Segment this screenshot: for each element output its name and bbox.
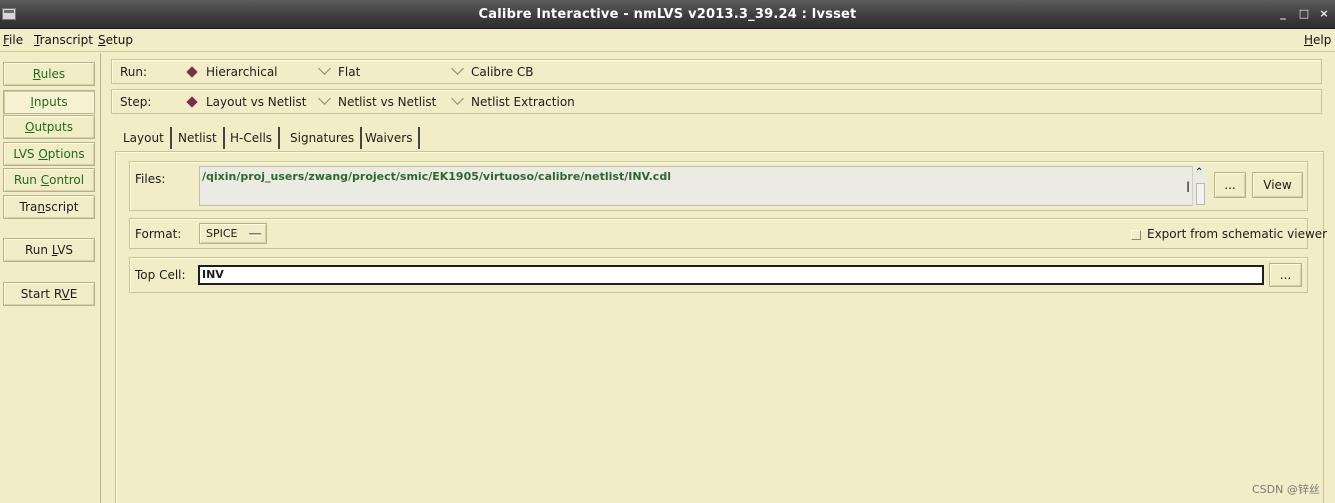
topcell-label: Top Cell: [135, 268, 186, 282]
watermark: CSDN @锌丝 [1252, 483, 1320, 496]
tab-signatures[interactable]: Signatures [284, 127, 363, 149]
radio-unselected-icon [451, 92, 464, 105]
dropdown-indicator-icon [249, 233, 261, 236]
format-select[interactable]: SPICE [199, 223, 267, 244]
run-lvs-button[interactable]: Run LVS [3, 238, 95, 262]
lvs-options-mnemonic: O [38, 147, 48, 161]
run-lvs-label-b: VS [57, 243, 74, 257]
run-control-label-a: Run [13, 173, 41, 187]
menu-bar: File Transcript Setup Help [0, 30, 1335, 52]
minimize-icon[interactable]: _ [1276, 7, 1290, 21]
files-scrollbar[interactable]: ⌃ [1192, 166, 1207, 206]
text-cursor-icon: I [1186, 180, 1191, 196]
topcell-input[interactable]: INV [198, 265, 1264, 285]
menu-setup[interactable]: Setup [98, 33, 133, 47]
menu-help[interactable]: Help [1304, 33, 1331, 47]
format-value: SPICE [206, 227, 238, 240]
menu-setup-label: etup [105, 33, 133, 47]
files-path: /qixin/proj_users/zwang/project/smic/EK1… [202, 170, 671, 183]
radio-unselected-icon [318, 92, 331, 105]
radio-hierarchical[interactable]: Hierarchical [186, 65, 278, 79]
radio-flat-label: Flat [338, 65, 361, 79]
menu-help-label: elp [1313, 33, 1332, 47]
title-bar: Calibre Interactive - nmLVS v2013.3_39.2… [0, 0, 1335, 29]
run-control-mnemonic: C [40, 173, 50, 187]
start-rve-label-b: E [69, 287, 78, 301]
export-label: Export from schematic viewer [1147, 227, 1328, 241]
menu-file-label: ile [9, 33, 24, 47]
lvs-options-label-a: LVS [13, 147, 39, 161]
menu-transcript-label: ranscript [39, 33, 93, 47]
sidebar-item-lvs-options[interactable]: LVS Options [3, 142, 95, 166]
outputs-label: utputs [34, 120, 73, 134]
close-icon[interactable]: × [1317, 7, 1331, 21]
radio-hierarchical-label: Hierarchical [206, 65, 278, 79]
radio-netlist-extraction[interactable]: Netlist Extraction [451, 92, 575, 109]
sidebar-item-transcript[interactable]: Transcript [3, 195, 95, 219]
run-lvs-label-a: Run [24, 243, 52, 257]
run-control-label-b: ontrol [49, 173, 85, 187]
start-rve-mnemonic: V [61, 287, 70, 301]
tab-netlist[interactable]: Netlist [172, 127, 225, 149]
files-label: Files: [135, 172, 166, 186]
radio-layout-vs-netlist[interactable]: Layout vs Netlist [186, 95, 307, 109]
scroll-up-icon[interactable]: ⌃ [1195, 167, 1203, 178]
step-label: Step: [120, 95, 152, 109]
radio-unselected-icon [451, 62, 464, 75]
rules-label: ules [40, 67, 66, 81]
sidebar-item-outputs[interactable]: Outputs [3, 115, 95, 139]
scrollbar-thumb[interactable] [1196, 183, 1205, 205]
sidebar-item-rules[interactable]: Rules [3, 62, 95, 86]
rules-mnemonic: R [32, 67, 41, 81]
radio-selected-icon [186, 66, 198, 78]
start-rve-label-a: Start R [20, 287, 62, 301]
files-browse-button[interactable]: ... [1214, 172, 1246, 198]
menu-setup-mnemonic: S [98, 33, 106, 47]
run-mode-row: Run: Hierarchical Flat Calibre CB [111, 59, 1322, 84]
window-title: Calibre Interactive - nmLVS v2013.3_39.2… [478, 7, 857, 22]
step-row: Step: Layout vs Netlist Netlist vs Netli… [111, 89, 1322, 114]
transcript-label-a: Tra [19, 200, 38, 214]
run-label: Run: [120, 65, 148, 79]
tab-layout[interactable]: Layout [117, 127, 172, 149]
menu-file[interactable]: File [3, 33, 23, 47]
radio-netlist-vs-netlist[interactable]: Netlist vs Netlist [318, 92, 437, 109]
sidebar-item-run-control[interactable]: Run Control [3, 168, 95, 192]
radio-flat[interactable]: Flat [318, 62, 361, 79]
radio-netlist-vs-netlist-label: Netlist vs Netlist [338, 95, 437, 109]
tab-h-cells[interactable]: H-Cells [224, 127, 281, 149]
view-button[interactable]: View [1252, 172, 1303, 198]
format-label: Format: [135, 227, 182, 241]
menu-help-mnemonic: H [1304, 33, 1314, 47]
radio-unselected-icon [318, 62, 331, 75]
start-rve-button[interactable]: Start RVE [3, 282, 95, 306]
radio-calibre-cb[interactable]: Calibre CB [451, 62, 534, 79]
sidebar-item-inputs[interactable]: Inputs [3, 90, 95, 114]
radio-calibre-cb-label: Calibre CB [471, 65, 534, 79]
sidebar: Rules Inputs Outputs LVS Options Run Con… [0, 53, 101, 503]
inputs-label: nputs [33, 95, 68, 109]
radio-netlist-extraction-label: Netlist Extraction [471, 95, 575, 109]
radio-layout-vs-netlist-label: Layout vs Netlist [206, 95, 307, 109]
menu-transcript[interactable]: Transcript [34, 33, 93, 47]
maximize-icon[interactable]: □ [1297, 7, 1311, 21]
export-checkbox[interactable] [1131, 230, 1141, 240]
files-textarea[interactable]: /qixin/proj_users/zwang/project/smic/EK1… [199, 166, 1207, 206]
tab-waivers[interactable]: Waivers [359, 127, 421, 149]
transcript-label-b: script [45, 200, 79, 214]
radio-selected-icon [186, 96, 198, 108]
transcript-mnemonic: n [37, 200, 45, 214]
topcell-browse-button[interactable]: ... [1269, 263, 1302, 287]
lvs-options-label-b: ptions [47, 147, 85, 161]
